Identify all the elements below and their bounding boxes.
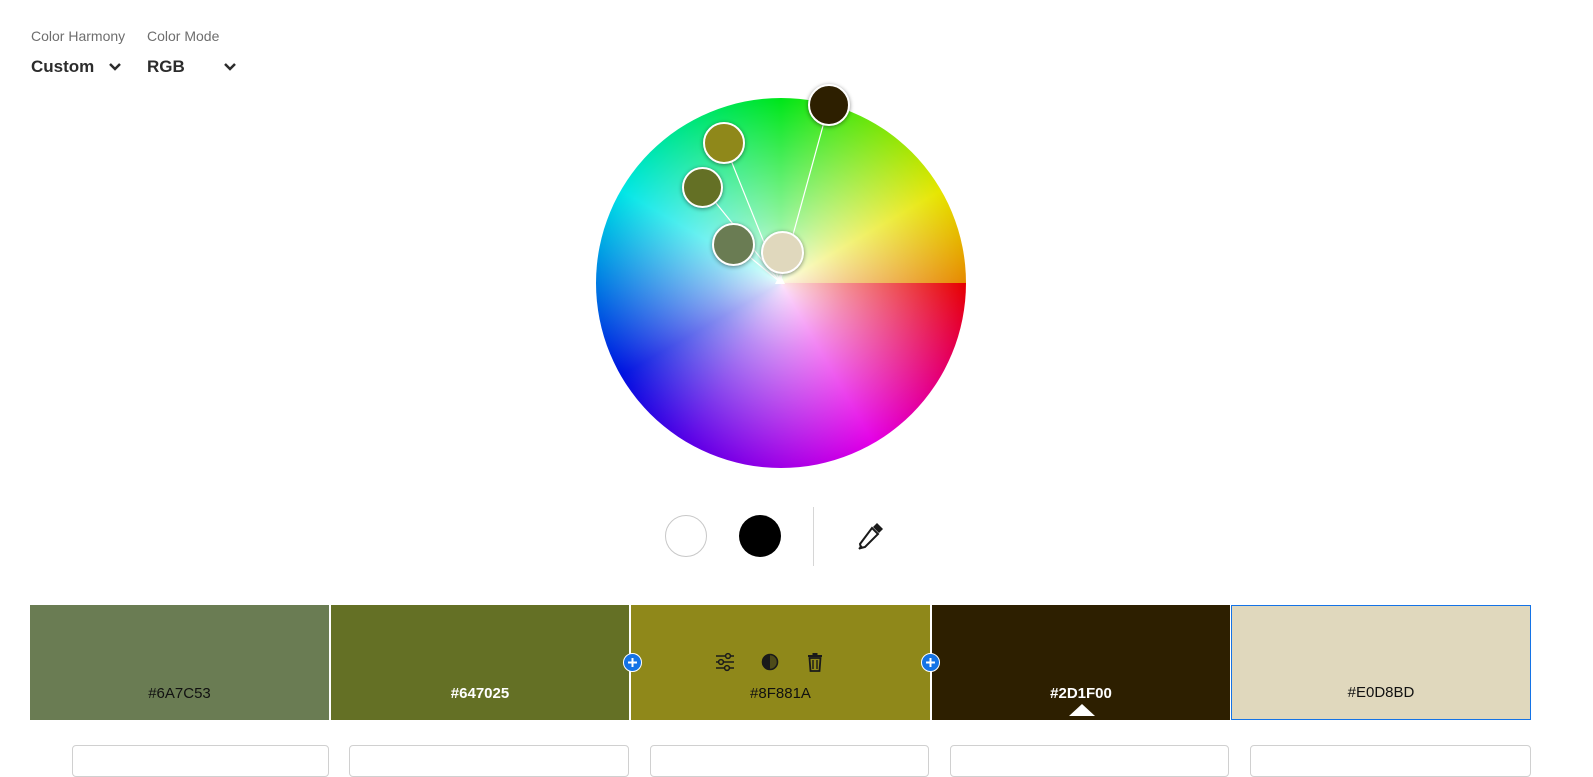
color-wheel[interactable] [596, 84, 966, 468]
color-harmony-label: Color Harmony [31, 28, 126, 44]
add-color-button[interactable] [623, 653, 642, 672]
color-harmony-dropdown[interactable]: Custom [31, 57, 122, 77]
contrast-icon[interactable] [760, 652, 780, 672]
add-color-button[interactable] [921, 653, 940, 672]
color-value-field[interactable] [72, 745, 329, 777]
wheel-marker-6a7c53[interactable] [712, 223, 755, 266]
sliders-icon[interactable] [715, 652, 735, 672]
black-circle-icon[interactable] [739, 515, 781, 557]
wheel-marker-e0d8bd[interactable] [761, 231, 804, 274]
chevron-down-icon [109, 63, 122, 71]
swatch-2[interactable]: #647025 [331, 605, 629, 720]
wheel-marker-647025[interactable] [682, 167, 723, 208]
swatch-hex-label[interactable]: #2D1F00 [932, 685, 1230, 702]
tool-divider [813, 507, 814, 566]
color-value-field[interactable] [950, 745, 1229, 777]
swatch-tools [715, 652, 825, 672]
color-mode-label: Color Mode [147, 28, 220, 44]
color-harmony-value: Custom [31, 57, 95, 76]
swatch-hex-label[interactable]: #8F881A [631, 685, 930, 702]
swatch-hex-label[interactable]: #647025 [331, 685, 629, 702]
color-mode-value: RGB [147, 57, 185, 76]
wheel-marker-8f881a[interactable] [703, 122, 745, 164]
trash-icon[interactable] [805, 652, 825, 672]
swatch-5[interactable]: #E0D8BD [1231, 605, 1531, 720]
wheel-marker-2d1f00[interactable] [808, 84, 850, 126]
swatch-1[interactable]: #6A7C53 [30, 605, 329, 720]
swatch-hex-label[interactable]: #E0D8BD [1232, 684, 1530, 701]
swatch-3[interactable]: #8F881A [631, 605, 930, 720]
color-value-field[interactable] [349, 745, 629, 777]
active-swatch-indicator-icon [1069, 704, 1095, 716]
white-circle-icon[interactable] [665, 515, 707, 557]
swatch-hex-label[interactable]: #6A7C53 [30, 685, 329, 702]
color-value-field[interactable] [650, 745, 929, 777]
color-mode-dropdown[interactable]: RGB [147, 57, 237, 77]
eyedropper-icon[interactable] [857, 521, 885, 551]
color-value-field[interactable] [1250, 745, 1531, 777]
wheel-connector-lines [702, 103, 830, 284]
swatch-4[interactable]: #2D1F00 [932, 605, 1230, 720]
chevron-down-icon [223, 63, 236, 71]
